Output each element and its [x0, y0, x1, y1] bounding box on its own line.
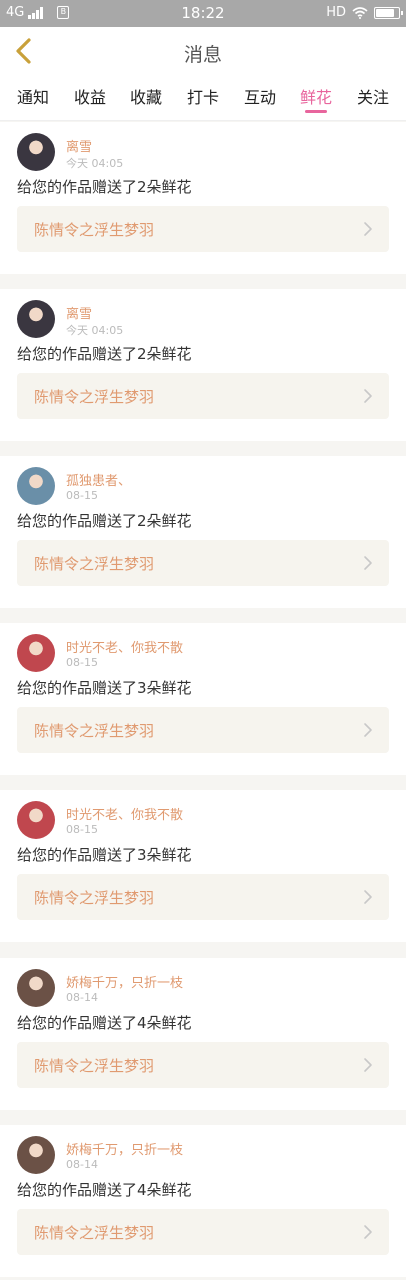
chevron-right-icon [364, 1058, 372, 1072]
chevron-right-icon [364, 556, 372, 570]
work-title: 陈情令之浮生梦羽 [34, 1057, 155, 1075]
chevron-right-icon [364, 1225, 372, 1239]
user-name[interactable]: 孤独患者、 [66, 470, 131, 489]
message-text: 给您的作品赠送了3朵鲜花 [17, 679, 192, 697]
work-title: 陈情令之浮生梦羽 [34, 221, 155, 239]
message-time: 今天 04:05 [66, 157, 124, 170]
avatar[interactable] [17, 300, 55, 338]
work-link[interactable]: 陈情令之浮生梦羽 [17, 540, 389, 586]
user-name[interactable]: 时光不老、你我不散 [66, 804, 183, 823]
avatar[interactable] [17, 1136, 55, 1174]
tab-label: 收藏 [129, 88, 162, 107]
message-card: 时光不老、你我不散 08-15 给您的作品赠送了3朵鲜花陈情令之浮生梦羽 [0, 790, 406, 942]
message-text: 给您的作品赠送了3朵鲜花 [17, 846, 192, 864]
status-right: HD [326, 5, 403, 20]
message-text: 给您的作品赠送了4朵鲜花 [17, 1014, 192, 1032]
message-time: 今天 04:05 [66, 324, 124, 337]
message-time: 08-14 [66, 1158, 98, 1171]
tab-favorites[interactable]: 收藏 [116, 84, 176, 108]
avatar[interactable] [17, 467, 55, 505]
tab-bar: 通知 收益 收藏 打卡 互动 鲜花 关注 [0, 75, 406, 121]
message-time: 08-15 [66, 823, 98, 836]
work-link[interactable]: 陈情令之浮生梦羽 [17, 373, 389, 419]
tab-notifications[interactable]: 通知 [3, 84, 63, 108]
message-card: 离雪今天 04:05 给您的作品赠送了2朵鲜花陈情令之浮生梦羽 [0, 122, 406, 274]
hd-label: HD [326, 5, 346, 20]
message-text: 给您的作品赠送了2朵鲜花 [17, 345, 192, 363]
tab-flowers[interactable]: 鲜花 [286, 84, 346, 113]
chevron-right-icon [364, 389, 372, 403]
nav-bar: 消息 [0, 27, 406, 75]
avatar[interactable] [17, 801, 55, 839]
message-text: 给您的作品赠送了2朵鲜花 [17, 178, 192, 196]
message-card: 娇梅千万，只折一枝 08-14 给您的作品赠送了4朵鲜花陈情令之浮生梦羽 [0, 958, 406, 1110]
message-card: 时光不老、你我不散 08-15 给您的作品赠送了3朵鲜花陈情令之浮生梦羽 [0, 623, 406, 775]
page-title: 消息 [183, 44, 222, 66]
message-time: 08-15 [66, 656, 98, 669]
message-card: 孤独患者、 08-15 给您的作品赠送了2朵鲜花陈情令之浮生梦羽 [0, 456, 406, 608]
message-text: 给您的作品赠送了2朵鲜花 [17, 512, 192, 530]
user-name[interactable]: 时光不老、你我不散 [66, 637, 183, 656]
chevron-right-icon [364, 222, 372, 236]
user-name[interactable]: 娇梅千万，只折一枝 [66, 972, 183, 991]
avatar[interactable] [17, 969, 55, 1007]
message-time: 08-15 [66, 489, 98, 502]
tab-label: 关注 [356, 88, 389, 107]
message-text: 给您的作品赠送了4朵鲜花 [17, 1181, 192, 1199]
tab-label: 收益 [73, 88, 106, 107]
tab-label: 通知 [16, 88, 49, 107]
user-name[interactable]: 离雪 [66, 136, 92, 155]
work-title: 陈情令之浮生梦羽 [34, 388, 155, 406]
tab-label: 互动 [243, 88, 276, 107]
work-title: 陈情令之浮生梦羽 [34, 555, 155, 573]
avatar[interactable] [17, 634, 55, 672]
tab-interaction[interactable]: 互动 [230, 84, 290, 108]
chevron-right-icon [364, 890, 372, 904]
message-card: 娇梅千万，只折一枝 08-14 给您的作品赠送了4朵鲜花陈情令之浮生梦羽 [0, 1125, 406, 1277]
work-link[interactable]: 陈情令之浮生梦羽 [17, 1042, 389, 1088]
chevron-right-icon [364, 723, 372, 737]
tab-follow[interactable]: 关注 [343, 84, 403, 108]
work-title: 陈情令之浮生梦羽 [34, 1224, 155, 1242]
work-title: 陈情令之浮生梦羽 [34, 889, 155, 907]
tab-earnings[interactable]: 收益 [60, 84, 120, 108]
tab-checkin[interactable]: 打卡 [173, 84, 233, 108]
message-time: 08-14 [66, 991, 98, 1004]
work-link[interactable]: 陈情令之浮生梦羽 [17, 206, 389, 252]
tab-label: 鲜花 [299, 88, 332, 107]
work-link[interactable]: 陈情令之浮生梦羽 [17, 874, 389, 920]
work-link[interactable]: 陈情令之浮生梦羽 [17, 1209, 389, 1255]
tab-label: 打卡 [186, 88, 219, 107]
work-link[interactable]: 陈情令之浮生梦羽 [17, 707, 389, 753]
wifi-icon [352, 6, 368, 19]
user-name[interactable]: 离雪 [66, 303, 92, 322]
avatar[interactable] [17, 133, 55, 171]
battery-icon [374, 6, 403, 19]
message-card: 离雪今天 04:05 给您的作品赠送了2朵鲜花陈情令之浮生梦羽 [0, 289, 406, 441]
tab-active-indicator [305, 110, 327, 113]
work-title: 陈情令之浮生梦羽 [34, 722, 155, 740]
user-name[interactable]: 娇梅千万，只折一枝 [66, 1139, 183, 1158]
status-bar: 4G B 18:22 HD [0, 0, 406, 27]
